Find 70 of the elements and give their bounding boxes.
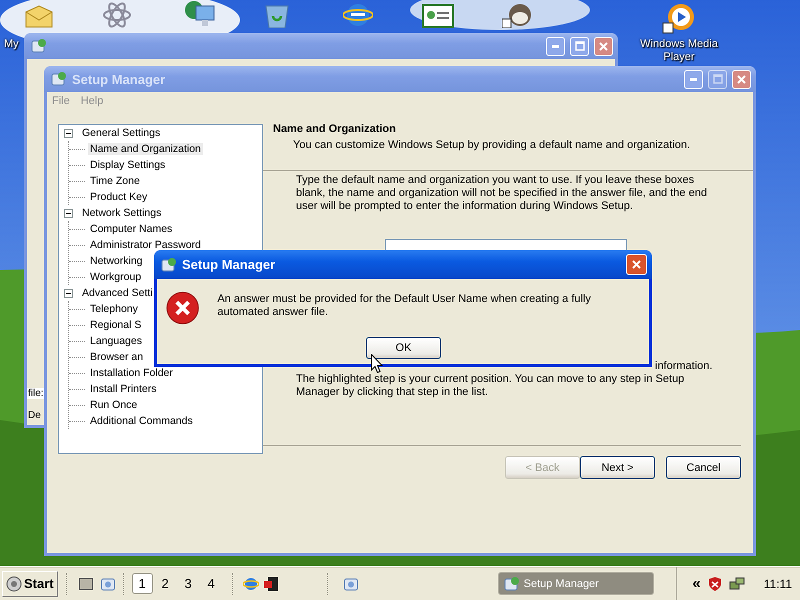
maximize-icon [574, 41, 584, 51]
app-icon [51, 71, 67, 87]
shield-icon[interactable] [708, 576, 722, 592]
dialog-title: Setup Manager [182, 257, 276, 272]
clock: 11:11 [764, 576, 792, 590]
minimize-icon [552, 44, 559, 48]
tree-item[interactable]: Network Settings [80, 207, 164, 219]
tree-item[interactable]: Workgroup [88, 271, 144, 283]
workspace-button[interactable]: 4 [200, 573, 222, 594]
workspace-button[interactable]: 1 [132, 573, 153, 594]
field-label: file: [27, 388, 45, 399]
hint-text: information. [655, 360, 714, 373]
close-button[interactable] [626, 254, 647, 275]
tree-item[interactable]: Regional S [88, 319, 144, 331]
certificate-icon[interactable] [422, 4, 454, 28]
tree-item[interactable]: Run Once [88, 399, 140, 411]
close-icon [632, 260, 641, 269]
workspace-button[interactable]: 3 [178, 573, 199, 594]
app-icon [161, 256, 177, 272]
tray-toggle[interactable]: « [692, 575, 701, 592]
app-icon[interactable] [502, 2, 534, 28]
tree-item[interactable]: Computer Names [88, 223, 174, 235]
collapse-icon[interactable] [64, 128, 73, 138]
error-icon [166, 291, 200, 325]
field-label: De [27, 410, 42, 421]
window-title: Setup Manager [72, 72, 166, 86]
network-icon[interactable] [728, 576, 745, 592]
media-player-icon[interactable] [662, 2, 696, 34]
tree-item[interactable]: Time Zone [88, 175, 142, 187]
instructions-text: Type the default name and organization you want to use. If you leave these boxes blank, the name and organization will not be specified in the answer file, and the end user will be prompted to enter the information during Windows Setup. [296, 174, 708, 213]
collapse-icon[interactable] [64, 208, 73, 218]
cursor-icon [371, 354, 383, 373]
ok-button[interactable]: OK [366, 337, 441, 359]
workspace-button[interactable]: 2 [154, 573, 176, 594]
tree-item[interactable]: General Settings [80, 127, 162, 139]
tree-item[interactable]: Advanced Setti [80, 287, 155, 299]
maximize-icon [712, 74, 722, 84]
close-icon [737, 74, 746, 84]
collapse-icon[interactable] [64, 288, 73, 298]
icon-label[interactable]: My [4, 38, 19, 51]
tree-item[interactable]: Name and Organization [88, 143, 203, 155]
tree-item[interactable]: Languages [88, 335, 144, 347]
tree-item[interactable]: Installation Folder [88, 367, 175, 379]
close-button[interactable] [732, 70, 751, 88]
start-button[interactable]: Start [2, 570, 58, 596]
tree-item[interactable]: Product Key [88, 191, 150, 203]
tree-item[interactable]: Additional Commands [88, 415, 195, 427]
wizard-button[interactable]: Next > [580, 456, 655, 479]
icon-label[interactable]: Windows Media Player [640, 38, 718, 64]
wizard-button[interactable]: Cancel [666, 456, 741, 479]
tree-item[interactable]: Telephony [88, 303, 140, 315]
start-icon [6, 576, 22, 592]
tree-item[interactable]: Administrator Password [88, 239, 203, 251]
app-icon [504, 576, 520, 592]
hint-text: The highlighted step is your current position. You can move to any step in Setup Manager by clicking that step in the list. [296, 373, 686, 399]
app-icon[interactable] [262, 576, 279, 592]
window-icon[interactable] [78, 578, 93, 590]
app-icon [31, 38, 47, 54]
page-heading: Name and Organization [273, 123, 397, 135]
tree-item[interactable]: Install Printers [88, 383, 159, 395]
close-button[interactable] [594, 36, 613, 56]
tree-item[interactable]: Browser an [88, 351, 146, 363]
tree-item[interactable]: Display Settings [88, 159, 168, 171]
minimize-icon [690, 78, 697, 80]
browser-icon[interactable] [343, 2, 373, 28]
error-message: An answer must be provided for the Default User Name when creating a fully automated answer file. [217, 293, 592, 320]
tree-item[interactable]: Networking [88, 255, 145, 267]
close-icon [599, 42, 608, 50]
page-description: You can customize Windows Setup by providing a default name and organization. [293, 139, 692, 151]
atom-icon[interactable] [102, 2, 132, 28]
